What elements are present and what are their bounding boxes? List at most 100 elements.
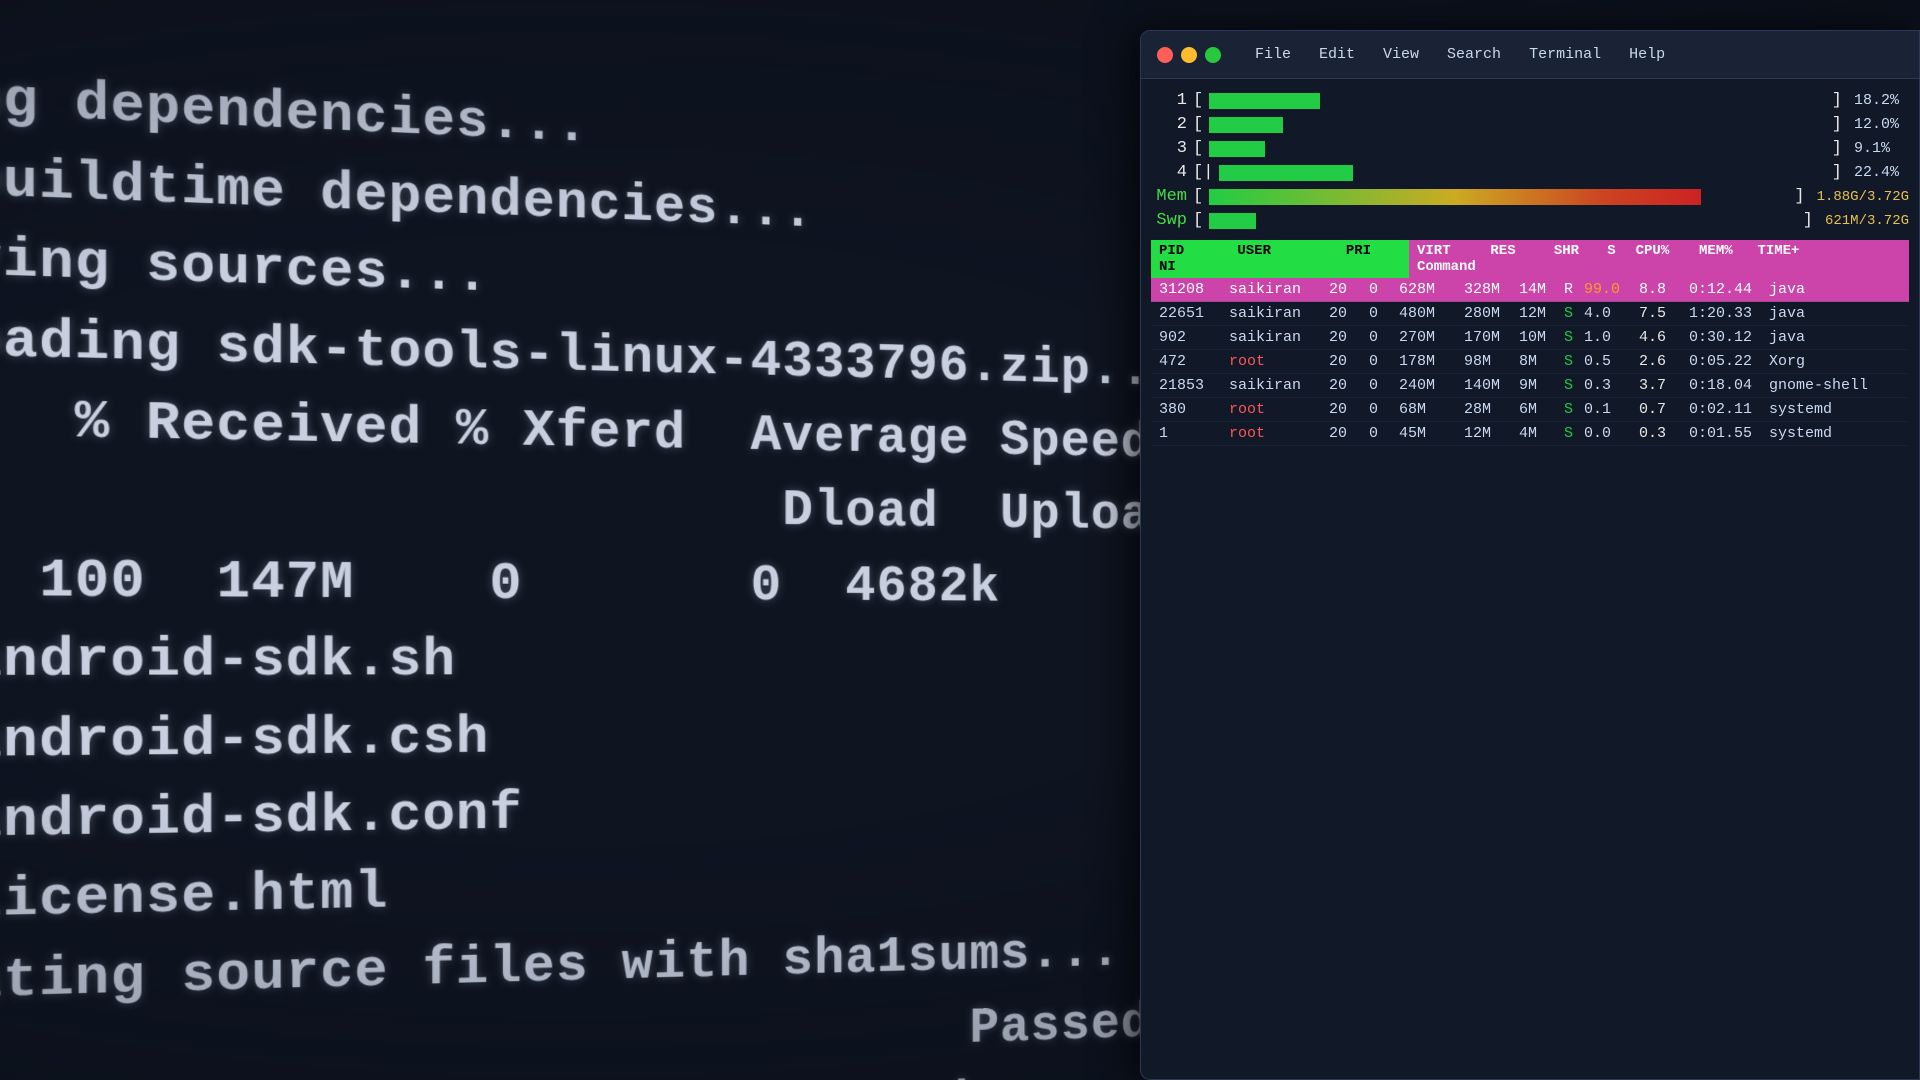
cpu-4: 0.3 [1584, 377, 1639, 394]
cmd-2: java [1769, 329, 1901, 346]
s-0: R [1564, 281, 1584, 298]
cpu-0: 99.0 [1584, 281, 1639, 298]
res-0: 328M [1464, 281, 1519, 298]
menu-edit[interactable]: Edit [1315, 44, 1359, 65]
user-2: saikiran [1229, 329, 1329, 346]
time-5: 0:02.11 [1689, 401, 1769, 418]
cpu-4-bar [1219, 165, 1825, 181]
menu-help[interactable]: Help [1625, 44, 1669, 65]
s-6: S [1564, 425, 1584, 442]
mem-5: 0.7 [1639, 401, 1689, 418]
proc-row-1[interactable]: 22651 saikiran 20 0 480M 280M 12M S 4.0 … [1151, 302, 1909, 326]
mem-4: 3.7 [1639, 377, 1689, 394]
cpu-4-label: 4 [1151, 163, 1187, 182]
proc-row-2[interactable]: 902 saikiran 20 0 270M 170M 10M S 1.0 4.… [1151, 326, 1909, 350]
virt-3: 178M [1399, 353, 1464, 370]
cmd-6: systemd [1769, 425, 1901, 442]
line-11: license.html [0, 863, 389, 933]
maximize-button[interactable] [1205, 47, 1221, 63]
pid-2: 902 [1159, 329, 1229, 346]
shr-1: 12M [1519, 305, 1564, 322]
shr-2: 10M [1519, 329, 1564, 346]
swp-row: Swp [ ] 621M/3.72G [1151, 211, 1909, 230]
cpu-1-pct: 18.2% [1854, 92, 1909, 109]
cpu-3: 0.5 [1584, 353, 1639, 370]
proc-row-5[interactable]: 380 root 20 0 68M 28M 6M S 0.1 0.7 0:02.… [1151, 398, 1909, 422]
virt-6: 45M [1399, 425, 1464, 442]
menu-file[interactable]: File [1251, 44, 1295, 65]
proc-row-3[interactable]: 472 root 20 0 178M 98M 8M S 0.5 2.6 0:05… [1151, 350, 1909, 374]
menu-terminal[interactable]: Terminal [1525, 44, 1605, 65]
htop-window: File Edit View Search Terminal Help 1 [ … [1140, 30, 1920, 1080]
ni-4: 0 [1369, 377, 1399, 394]
user-5: root [1229, 401, 1329, 418]
pid-1: 22651 [1159, 305, 1229, 322]
proc-row-0[interactable]: 31208 saikiran 20 0 628M 328M 14M R 99.0… [1151, 278, 1909, 302]
user-4: saikiran [1229, 377, 1329, 394]
line-2: buildtime dependencies... [0, 148, 814, 242]
cpu-2: 1.0 [1584, 329, 1639, 346]
menu-bar: File Edit View Search Terminal Help [1251, 44, 1669, 65]
pid-0: 31208 [1159, 281, 1229, 298]
cpu-2-label: 2 [1151, 115, 1187, 134]
traffic-lights [1157, 47, 1221, 63]
cpu-row-3: 3 [ ] 9.1% [1151, 139, 1909, 158]
res-6: 12M [1464, 425, 1519, 442]
time-1: 1:20.33 [1689, 305, 1769, 322]
time-4: 0:18.04 [1689, 377, 1769, 394]
cpu-row-2: 2 [ ] 12.0% [1151, 115, 1909, 134]
ni-0: 0 [1369, 281, 1399, 298]
cmd-3: Xorg [1769, 353, 1901, 370]
res-2: 170M [1464, 329, 1519, 346]
cpu-3-bar [1209, 141, 1826, 157]
mem-values: 1.88G/3.72G [1817, 189, 1909, 205]
virt-4: 240M [1399, 377, 1464, 394]
proc-header-pink: VIRT RES SHR S CPU% MEM% TIME+ Command [1409, 240, 1909, 278]
s-2: S [1564, 329, 1584, 346]
cpu-5: 0.1 [1584, 401, 1639, 418]
pri-0: 20 [1329, 281, 1369, 298]
pid-6: 1 [1159, 425, 1229, 442]
res-4: 140M [1464, 377, 1519, 394]
line-8: android-sdk.sh [0, 629, 456, 692]
proc-row-4[interactable]: 21853 saikiran 20 0 240M 140M 9M S 0.3 3… [1151, 374, 1909, 398]
mem-3: 2.6 [1639, 353, 1689, 370]
cmd-4: gnome-shell [1769, 377, 1901, 394]
cpu-row-4: 4 [| ] 22.4% [1151, 163, 1909, 182]
res-1: 280M [1464, 305, 1519, 322]
swp-values: 621M/3.72G [1825, 213, 1909, 229]
pid-3: 472 [1159, 353, 1229, 370]
cpu-4-pct: 22.4% [1854, 164, 1909, 181]
minimize-button[interactable] [1181, 47, 1197, 63]
cpu-1-label: 1 [1151, 91, 1187, 110]
shr-3: 8M [1519, 353, 1564, 370]
mem-1: 7.5 [1639, 305, 1689, 322]
mem-0: 8.8 [1639, 281, 1689, 298]
virt-0: 628M [1399, 281, 1464, 298]
mem-6: 0.3 [1639, 425, 1689, 442]
pri-5: 20 [1329, 401, 1369, 418]
line-10: android-sdk.conf [0, 784, 523, 853]
virt-1: 480M [1399, 305, 1464, 322]
ni-6: 0 [1369, 425, 1399, 442]
line-5: % Received % Xferd Average Speed Ti [0, 389, 1297, 475]
cmd-1: java [1769, 305, 1901, 322]
proc-row-6[interactable]: 1 root 20 0 45M 12M 4M S 0.0 0.3 0:01.55… [1151, 422, 1909, 446]
shr-4: 9M [1519, 377, 1564, 394]
time-0: 0:12.44 [1689, 281, 1769, 298]
close-button[interactable] [1157, 47, 1173, 63]
time-6: 0:01.55 [1689, 425, 1769, 442]
pri-3: 20 [1329, 353, 1369, 370]
cpu-2-bar [1209, 117, 1826, 133]
line-1: ng dependencies... [0, 68, 589, 158]
ni-2: 0 [1369, 329, 1399, 346]
process-table: 31208 saikiran 20 0 628M 328M 14M R 99.0… [1151, 278, 1909, 446]
menu-search[interactable]: Search [1443, 44, 1505, 65]
cpu-2-pct: 12.0% [1854, 116, 1909, 133]
cpu-3-label: 3 [1151, 139, 1187, 158]
s-5: S [1564, 401, 1584, 418]
swp-bar [1209, 213, 1797, 229]
menu-view[interactable]: View [1379, 44, 1423, 65]
virt-5: 68M [1399, 401, 1464, 418]
pri-2: 20 [1329, 329, 1369, 346]
